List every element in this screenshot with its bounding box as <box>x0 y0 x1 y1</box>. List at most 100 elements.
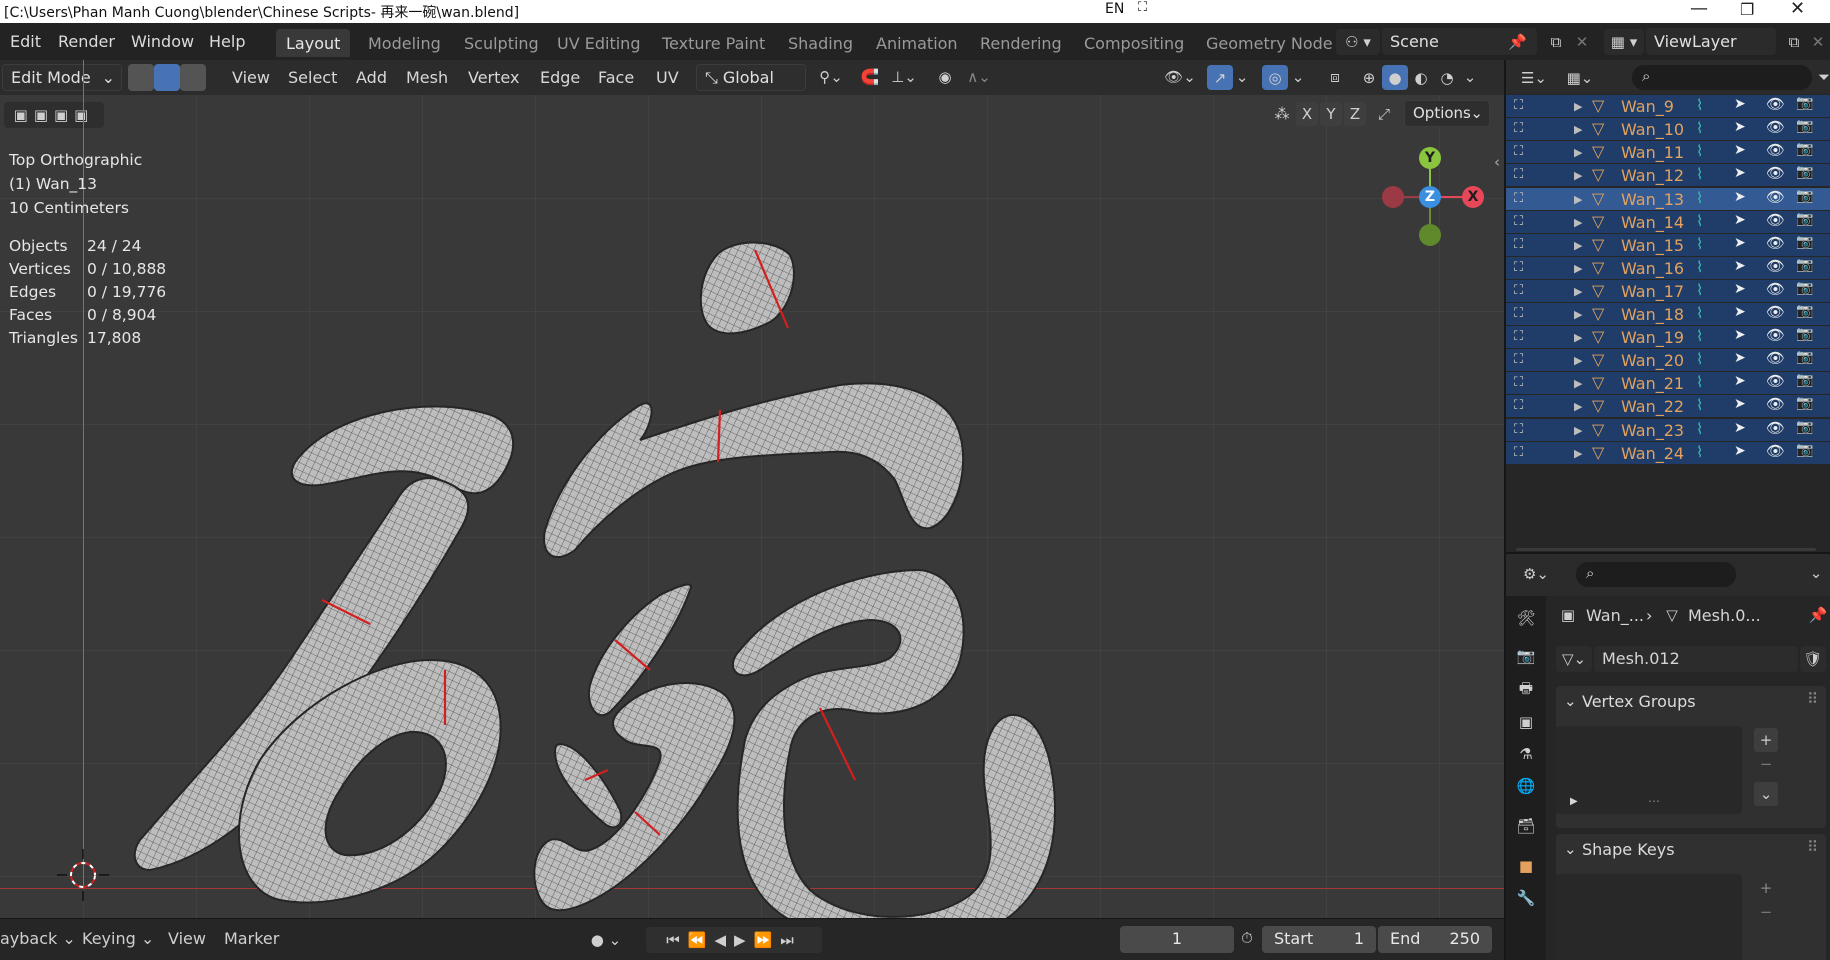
modifier-icon[interactable]: ⌇ <box>1696 212 1703 230</box>
outliner-scrollbar[interactable] <box>1516 548 1816 551</box>
mesh-name-field[interactable]: Mesh.012 <box>1594 646 1798 672</box>
modifier-icon[interactable]: ⌇ <box>1696 258 1703 276</box>
gizmo-neg-y-axis[interactable] <box>1419 224 1441 246</box>
eye-icon[interactable]: 👁 <box>1766 188 1785 206</box>
expand-arrow-icon[interactable]: ▶ <box>1574 377 1582 390</box>
mesh-browse-icon[interactable]: ▽⌄ <box>1556 646 1592 672</box>
eye-icon[interactable]: 👁 <box>1766 349 1785 367</box>
modifier-icon[interactable]: ⌇ <box>1696 189 1703 207</box>
properties-search-input[interactable]: ⌕ <box>1576 562 1736 587</box>
eye-icon[interactable]: 👁 <box>1766 419 1785 437</box>
outliner-item[interactable]: ⛶ ▶ ▽ Wan_10 ⌇ ➤ 👁 📷 <box>1506 118 1830 141</box>
modifier-icon[interactable]: ⌇ <box>1696 327 1703 345</box>
exclude-checkbox-icon[interactable]: ⛶ <box>1514 260 1523 275</box>
exclude-checkbox-icon[interactable]: ⛶ <box>1514 214 1523 229</box>
eye-icon[interactable]: 👁 <box>1766 257 1785 275</box>
record-icon[interactable]: ● ⌄ <box>584 927 628 953</box>
minimize-button[interactable]: — <box>1690 0 1708 19</box>
expand-arrow-icon[interactable]: ▶ <box>1574 146 1582 159</box>
output-tab-icon[interactable]: 🖶 <box>1514 678 1538 702</box>
outliner-item[interactable]: ⛶ ▶ ▽ Wan_13 ⌇ ➤ 👁 📷 <box>1506 187 1830 210</box>
new-scene-icon[interactable]: ⧉ <box>1544 30 1568 54</box>
timeline-view-menu[interactable]: View <box>168 929 206 948</box>
modifier-icon[interactable]: ⌇ <box>1696 396 1703 414</box>
expand-arrow-icon[interactable]: ▶ <box>1574 285 1582 298</box>
select-arrow-icon[interactable]: ➤ <box>1734 258 1746 274</box>
menu-window[interactable]: Window <box>131 32 194 51</box>
view-layer-selector-icon[interactable]: ▦ ▾ <box>1604 29 1644 55</box>
start-frame-field[interactable]: Start 1 <box>1262 926 1376 953</box>
modifier-icon[interactable]: ⌇ <box>1696 350 1703 368</box>
chevron-down-icon[interactable]: ⌄ <box>1564 692 1577 710</box>
camera-icon[interactable]: 📷 <box>1796 141 1813 157</box>
outliner-item[interactable]: ⛶ ▶ ▽ Wan_17 ⌇ ➤ 👁 📷 <box>1506 279 1830 302</box>
select-arrow-icon[interactable]: ➤ <box>1734 373 1746 389</box>
object-tab-icon[interactable]: ■ <box>1514 854 1538 878</box>
tab-uv-editing[interactable]: UV Editing <box>547 29 650 57</box>
tab-modeling[interactable]: Modeling <box>358 29 451 57</box>
select-arrow-icon[interactable]: ➤ <box>1734 350 1746 366</box>
camera-icon[interactable]: 📷 <box>1796 257 1813 273</box>
expand-arrow-icon[interactable]: ▶ <box>1574 308 1582 321</box>
breadcrumb-object[interactable]: Wan_... <box>1586 606 1644 625</box>
modifier-icon[interactable]: ⌇ <box>1696 304 1703 322</box>
eye-icon[interactable]: 👁 <box>1766 234 1785 252</box>
exclude-checkbox-icon[interactable]: ⛶ <box>1514 191 1523 206</box>
outliner-item[interactable]: ⛶ ▶ ▽ Wan_24 ⌇ ➤ 👁 📷 <box>1506 441 1830 464</box>
select-arrow-icon[interactable]: ➤ <box>1734 189 1746 205</box>
exclude-checkbox-icon[interactable]: ⛶ <box>1514 422 1523 437</box>
render-tab-icon[interactable]: 📷 <box>1514 644 1538 668</box>
exclude-checkbox-icon[interactable]: ⛶ <box>1514 98 1523 113</box>
select-arrow-icon[interactable]: ➤ <box>1734 212 1746 228</box>
eye-icon[interactable]: 👁 <box>1766 95 1785 113</box>
world-tab-icon[interactable]: 🌐 <box>1514 774 1538 798</box>
stroke-oval-mesh[interactable] <box>554 742 623 829</box>
outliner-item[interactable]: ⛶ ▶ ▽ Wan_14 ⌇ ➤ 👁 📷 <box>1506 210 1830 233</box>
exclude-checkbox-icon[interactable]: ⛶ <box>1514 167 1523 182</box>
outliner-item[interactable]: ⛶ ▶ ▽ Wan_18 ⌇ ➤ 👁 📷 <box>1506 303 1830 326</box>
chevron-down-icon[interactable]: ⌄ <box>1564 840 1577 858</box>
fake-user-icon[interactable]: 🛡 <box>1800 646 1826 672</box>
exclude-checkbox-icon[interactable]: ⛶ <box>1514 306 1523 321</box>
modifier-tab-icon[interactable]: 🔧 <box>1514 886 1538 910</box>
select-arrow-icon[interactable]: ➤ <box>1734 235 1746 251</box>
shape-keys-list[interactable] <box>1556 874 1742 960</box>
outliner-item[interactable]: ⛶ ▶ ▽ Wan_22 ⌇ ➤ 👁 📷 <box>1506 395 1830 418</box>
camera-icon[interactable]: 📷 <box>1796 419 1813 435</box>
add-shape-key-icon[interactable]: + <box>1754 876 1778 900</box>
close-button[interactable]: ✕ <box>1790 0 1805 19</box>
outliner-item[interactable]: ⛶ ▶ ▽ Wan_15 ⌇ ➤ 👁 📷 <box>1506 233 1830 256</box>
camera-icon[interactable]: 📷 <box>1796 349 1813 365</box>
tab-geometry-nodes[interactable]: Geometry Node <box>1196 29 1343 57</box>
stroke-hook-mesh[interactable] <box>731 568 1057 918</box>
resize-handle-icon[interactable]: ⋯ <box>1648 794 1660 808</box>
camera-icon[interactable]: 📷 <box>1796 164 1813 180</box>
stroke-dot-mesh[interactable] <box>699 241 795 335</box>
chevron-down-icon[interactable]: ⌄ <box>1806 564 1826 582</box>
camera-icon[interactable]: 📷 <box>1796 95 1813 111</box>
expand-arrow-icon[interactable]: ▶ <box>1574 400 1582 413</box>
camera-icon[interactable]: 📷 <box>1796 372 1813 388</box>
expand-arrow-icon[interactable]: ▶ <box>1574 354 1582 367</box>
stroke-roof-mesh[interactable] <box>543 382 965 559</box>
scene-tab-icon[interactable]: ⚗ <box>1514 742 1538 766</box>
tab-sculpting[interactable]: Sculpting <box>454 29 549 57</box>
outliner-item[interactable]: ⛶ ▶ ▽ Wan_9 ⌇ ➤ 👁 📷 <box>1506 95 1830 118</box>
tool-tab-icon[interactable]: 🛠 <box>1514 606 1538 630</box>
delete-scene-icon[interactable]: ✕ <box>1570 30 1594 54</box>
select-arrow-icon[interactable]: ➤ <box>1734 396 1746 412</box>
collection-tab-icon[interactable]: 🗃 <box>1514 814 1538 838</box>
select-arrow-icon[interactable]: ➤ <box>1734 304 1746 320</box>
expand-arrow-icon[interactable]: ▶ <box>1574 216 1582 229</box>
vertex-groups-list[interactable]: ▶ ⋯ <box>1556 726 1742 814</box>
menu-edit[interactable]: Edit <box>10 32 41 51</box>
select-arrow-icon[interactable]: ➤ <box>1734 142 1746 158</box>
exclude-checkbox-icon[interactable]: ⛶ <box>1514 283 1523 298</box>
outliner-list[interactable]: ⛶▶▽Wan_8⌇➤👁📷⛶▶▽Wan_9⌇➤👁📷⛶▶▽Wan_10⌇➤👁📷⛶▶▽… <box>1506 94 1830 544</box>
select-arrow-icon[interactable]: ➤ <box>1734 443 1746 459</box>
editor-type-icon[interactable]: ☰⌄ <box>1514 66 1554 90</box>
select-arrow-icon[interactable]: ➤ <box>1734 119 1746 135</box>
exclude-checkbox-icon[interactable]: ⛶ <box>1514 144 1523 159</box>
modifier-icon[interactable]: ⌇ <box>1696 119 1703 137</box>
pin-icon[interactable]: 📌 <box>1808 606 1828 624</box>
